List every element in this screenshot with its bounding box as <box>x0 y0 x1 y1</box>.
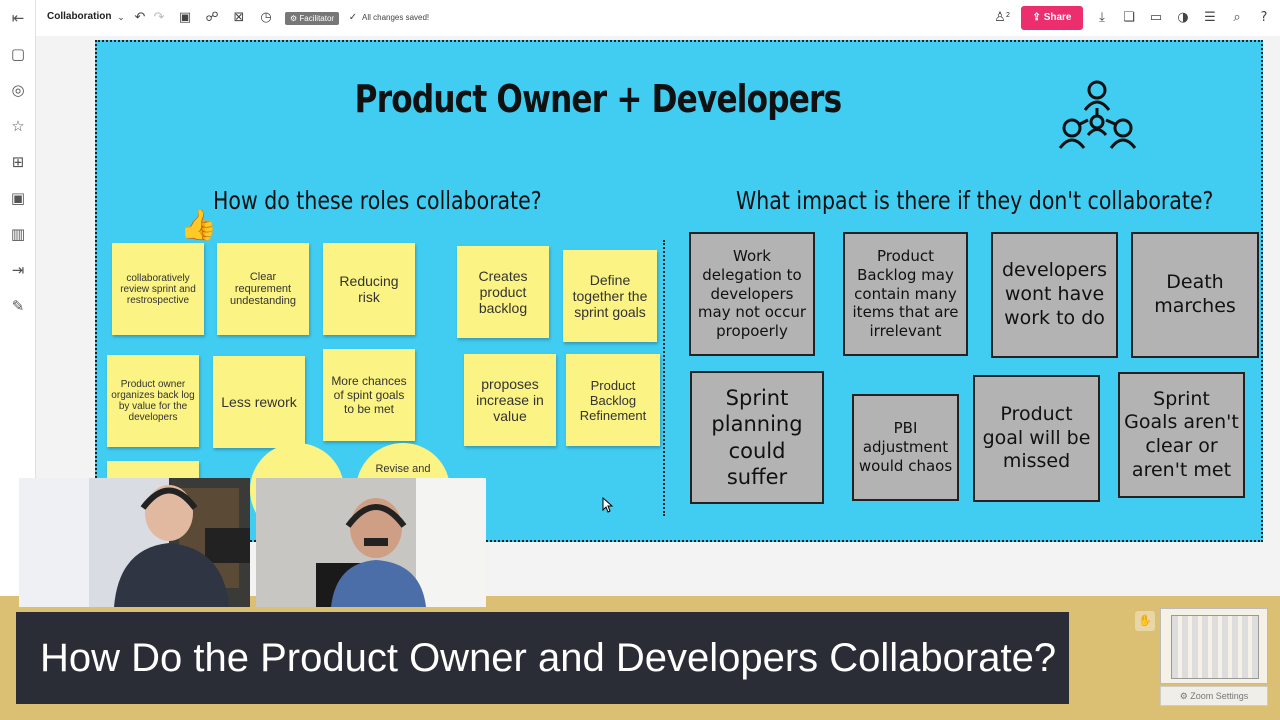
webcam-video <box>256 478 486 607</box>
left-heading: How do these roles collaborate? <box>213 186 542 215</box>
hand-tool-icon[interactable]: ✋ <box>1135 611 1155 631</box>
sticky-note[interactable]: Clear requrement undestanding <box>217 243 309 335</box>
pen-icon[interactable]: ✎ <box>8 296 28 316</box>
zoom-settings-label: Zoom Settings <box>1190 691 1249 701</box>
dotted-divider <box>663 240 665 516</box>
facilitator-label: Facilitator <box>299 14 335 23</box>
sticky-note[interactable]: More chances of spint goals to be met <box>323 349 415 441</box>
undo-icon[interactable]: ↶ <box>131 9 149 27</box>
video-caption: How Do the Product Owner and Developers … <box>16 612 1069 704</box>
comment-icon[interactable]: ▭ <box>1147 9 1165 27</box>
board-title: Product Owner + Developers <box>354 77 842 121</box>
chat-icon[interactable]: ❏ <box>1120 9 1138 27</box>
impact-card[interactable]: PBI adjustment would chaos <box>852 394 959 501</box>
shapes-icon[interactable]: ◎ <box>8 80 28 100</box>
sticky-note[interactable]: Define together the sprint goals <box>563 250 657 342</box>
help-icon[interactable]: ? <box>1255 9 1273 27</box>
sticky-note[interactable]: Reducing risk <box>323 243 415 335</box>
sticky-note[interactable]: collaboratively review sprint and restro… <box>112 243 204 335</box>
exit-icon[interactable]: ⇤ <box>8 8 28 28</box>
sticky-note[interactable]: Product owner organizes back log by valu… <box>107 355 199 447</box>
facilitator-badge: ⚙ Facilitator <box>285 12 340 25</box>
image-icon[interactable]: ▣ <box>8 188 28 208</box>
save-status: All changes saved! <box>362 13 430 22</box>
timer-icon[interactable]: ◷ <box>257 9 275 27</box>
crop-icon[interactable]: ⊠ <box>230 9 248 27</box>
sticky-note[interactable]: Product Backlog Refinement <box>566 354 660 446</box>
impact-card[interactable]: Death marches <box>1131 232 1259 358</box>
import-icon[interactable]: ⇥ <box>8 260 28 280</box>
impact-card[interactable]: Sprint Goals aren't clear or aren't met <box>1118 372 1245 498</box>
check-circle-icon: ✓ <box>348 12 358 23</box>
webcam-video <box>19 478 250 607</box>
users-group-icon[interactable]: ☍ <box>203 9 221 27</box>
star-icon[interactable]: ☆ <box>8 116 28 136</box>
sticky-note-icon[interactable]: ▢ <box>8 44 28 64</box>
share-button[interactable]: ⇪ Share <box>1021 6 1083 30</box>
list-icon[interactable]: ☰ <box>1201 9 1219 27</box>
users-count: 2 <box>1006 12 1010 19</box>
minimap-viewport <box>1171 615 1259 679</box>
board-name-dropdown[interactable]: Collaboration <box>47 11 111 22</box>
grid-icon[interactable]: ⊞ <box>8 152 28 172</box>
sticky-note[interactable]: Less rework <box>213 356 305 448</box>
team-hierarchy-icon <box>1058 80 1137 149</box>
top-bar: Collaboration ⌄ ↶ ↷ ▣ ☍ ⊠ ◷ ⚙ Facilitato… <box>36 0 1280 36</box>
redo-icon[interactable]: ↷ <box>150 9 168 27</box>
download-icon[interactable]: ⤓ <box>1093 9 1111 27</box>
chevron-down-icon[interactable]: ⌄ <box>112 9 130 27</box>
impact-card[interactable]: Product Backlog may contain many items t… <box>843 232 968 356</box>
activity-icon[interactable]: ◑ <box>1174 9 1192 27</box>
share-label: Share <box>1043 12 1072 23</box>
impact-card[interactable]: Work delegation to developers may not oc… <box>689 232 815 356</box>
search-icon[interactable]: ⌕ <box>1228 9 1246 27</box>
mouse-cursor <box>602 497 614 513</box>
impact-card[interactable]: developers wont have work to do <box>991 232 1118 358</box>
minimap[interactable] <box>1160 608 1268 684</box>
sticky-note[interactable]: Creates product backlog <box>457 246 549 338</box>
frame-icon[interactable]: ▣ <box>176 9 194 27</box>
right-heading: What impact is there if they don't colla… <box>736 186 1214 215</box>
thumbs-up-icon: 👍 <box>180 208 218 243</box>
zoom-settings-button[interactable]: ⚙ Zoom Settings <box>1160 686 1268 706</box>
sticky-note[interactable]: proposes increase in value <box>464 354 556 446</box>
impact-card[interactable]: Sprint planning could suffer <box>690 371 824 504</box>
library-icon[interactable]: ▥ <box>8 224 28 244</box>
impact-card[interactable]: Product goal will be missed <box>973 375 1100 502</box>
